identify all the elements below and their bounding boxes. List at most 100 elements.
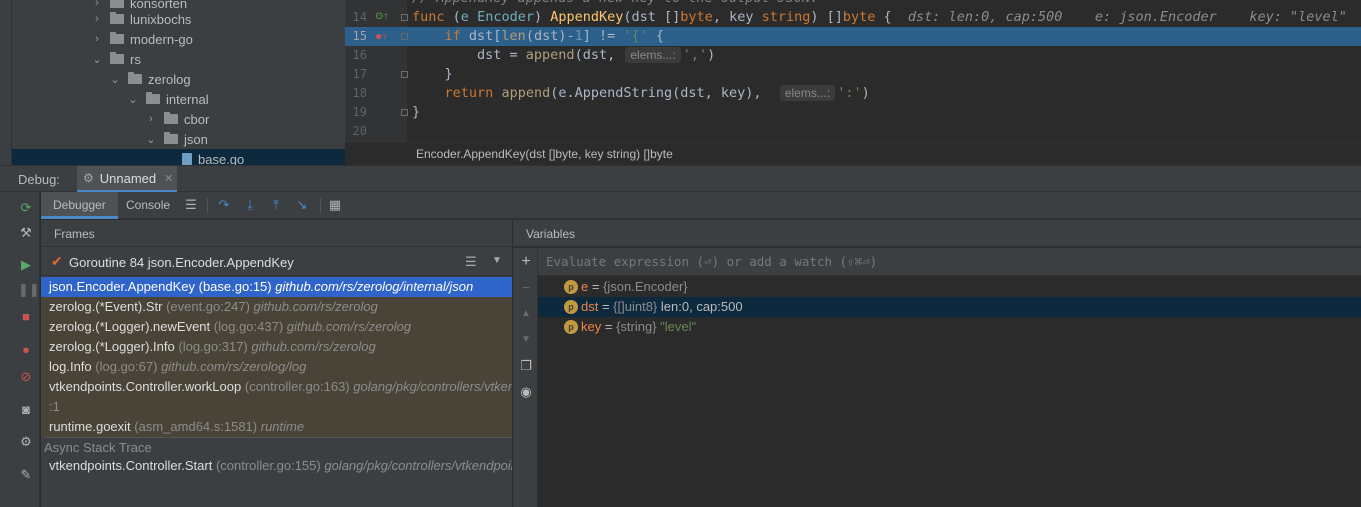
menu-icon[interactable]: ☰ [183, 197, 199, 213]
tab-debugger[interactable]: Debugger [41, 192, 118, 219]
frame-method: runtime.goexit [49, 419, 131, 434]
variable-row[interactable]: p e = {json.Encoder} [538, 277, 1361, 297]
tree-item-base-go[interactable]: base.go [12, 149, 345, 165]
stack-frame[interactable]: zerolog.(*Event).Str (event.go:247) gith… [41, 297, 512, 317]
fold-marker-icon[interactable] [401, 109, 408, 116]
list-filter-icon[interactable]: ☰ [465, 254, 477, 270]
tree-item-label: cbor [184, 111, 210, 127]
table-icon[interactable]: ▦ [327, 197, 343, 213]
tree-item-internal[interactable]: ⌄ internal [12, 89, 345, 109]
tree-item-json[interactable]: ⌄ json [12, 129, 345, 149]
code-line-16[interactable]: 16 dst = append(dst, elems...: ',') [345, 46, 1361, 65]
stack-frame[interactable]: vtkendpoints.Controller.Start (controlle… [41, 456, 512, 476]
move-down-icon[interactable]: ▼ [518, 332, 534, 348]
code-line-18[interactable]: 18 return append(e.AppendString(dst, key… [345, 84, 1361, 103]
stack-frame[interactable]: runtime.goexit (asm_amd64.s:1581) runtim… [41, 417, 512, 437]
folder-icon [110, 32, 124, 44]
pause-icon[interactable]: ❚❚ [18, 282, 40, 298]
code-text: func (e Encoder) AppendKey(dst []byte, k… [412, 9, 1347, 25]
debug-session-tab[interactable]: ⚙ Unnamed ✕ [77, 166, 177, 192]
wrench-icon[interactable]: ⚒ [18, 225, 34, 241]
implements-icon[interactable]: ⊙↑ [375, 11, 388, 23]
tree-item-label: base.go [198, 151, 245, 166]
variable-row[interactable]: p dst = {[]uint8} len:0, cap:500 [538, 297, 1361, 317]
line-number: 16 [352, 48, 367, 62]
chevron-right-icon[interactable]: › [146, 113, 156, 125]
view-breakpoints-icon[interactable]: ● [18, 342, 34, 358]
debug-window-header: Debug: ⚙ Unnamed ✕ [0, 165, 1361, 192]
minus-icon[interactable]: − [518, 280, 534, 296]
code-editor[interactable]: // AppendKey appends a new key to the ou… [345, 0, 1361, 142]
stack-frame[interactable]: vtkendpoints.Controller.workLoop (contro… [41, 377, 512, 397]
stack-frame[interactable]: :1 [41, 397, 512, 417]
resume-icon[interactable]: ▶ [18, 257, 34, 273]
chevron-right-icon[interactable]: › [92, 33, 102, 45]
tree-item-modern-go[interactable]: › modern-go [12, 29, 345, 49]
chevron-down-icon[interactable]: ⌄ [92, 53, 102, 66]
inline-value-dst: dst: len:0, cap:500 [907, 9, 1063, 25]
inline-value-key: key: "level" [1249, 9, 1347, 25]
mute-breakpoints-icon[interactable]: ⊘ [18, 369, 34, 385]
tree-item-cbor[interactable]: › cbor [12, 109, 345, 129]
camera-icon[interactable]: ◙ [18, 402, 34, 418]
tree-item-zerolog[interactable]: ⌄ zerolog [12, 69, 345, 89]
thread-label: Goroutine 84 json.Encoder.AppendKey [69, 255, 294, 270]
close-icon[interactable]: ✕ [164, 172, 173, 185]
stop-icon[interactable]: ■ [18, 309, 34, 325]
tree-item-rs[interactable]: ⌄ rs [12, 49, 345, 69]
variable-row[interactable]: p key = {string} "level" [538, 317, 1361, 337]
code-line-20[interactable]: 20 [345, 122, 1361, 141]
debug-window-title: Debug: [18, 172, 60, 187]
gear-icon[interactable]: ⚙ [18, 434, 34, 450]
chevron-down-icon[interactable]: ⌄ [146, 133, 156, 146]
frame-method: zerolog.(*Logger).Info [49, 339, 175, 354]
breadcrumb-function[interactable]: Encoder.AppendKey(dst []byte, key string… [416, 147, 673, 161]
stack-frame[interactable]: log.Info (log.go:67) github.com/rs/zerol… [41, 357, 512, 377]
stack-frame[interactable]: json.Encoder.AppendKey (base.go:15) gith… [41, 277, 512, 297]
stack-frame[interactable]: zerolog.(*Logger).newEvent (log.go:437) … [41, 317, 512, 337]
eye-icon[interactable]: ◉ [518, 384, 534, 400]
fold-marker-icon[interactable] [401, 33, 408, 40]
chevron-down-icon[interactable]: ⌄ [110, 73, 120, 86]
step-over-icon[interactable]: ↷ [216, 197, 232, 213]
evaluate-expression-input[interactable] [538, 248, 1361, 275]
copy-icon[interactable]: ❐ [518, 358, 534, 374]
tab-console[interactable]: Console [114, 192, 182, 219]
code-line-14[interactable]: 14 ⊙↑ func (e Encoder) AppendKey(dst []b… [345, 8, 1361, 27]
fold-marker-icon[interactable] [401, 14, 408, 21]
frames-header: Frames [41, 220, 512, 247]
rerun-icon[interactable]: ⟳ [18, 200, 34, 216]
code-line-19[interactable]: 19 } [345, 103, 1361, 122]
chevron-right-icon[interactable]: › [92, 13, 102, 25]
code-line-17[interactable]: 17 } [345, 65, 1361, 84]
plus-icon[interactable]: + [518, 254, 534, 270]
line-number: 18 [352, 86, 367, 100]
line-number: 20 [352, 124, 367, 138]
stack-frame[interactable]: zerolog.(*Logger).Info (log.go:317) gith… [41, 337, 512, 357]
frame-method: zerolog.(*Event).Str [49, 299, 163, 314]
editor-breadcrumb[interactable]: Encoder.AppendKey(dst []byte, key string… [345, 142, 1361, 165]
run-to-cursor-icon[interactable]: ↘ [294, 197, 310, 213]
breakpoint-icon[interactable]: ●? [375, 30, 387, 44]
thread-selector[interactable]: ✔ Goroutine 84 json.Encoder.AppendKey ☰ … [41, 248, 512, 276]
variable-type: {string} [616, 319, 657, 334]
line-number: 14 [352, 10, 367, 24]
variable-value: "level" [660, 319, 697, 334]
chevron-down-icon[interactable]: ▼ [492, 255, 502, 266]
frame-method: log.Info [49, 359, 92, 374]
chevron-down-icon[interactable]: ⌄ [128, 93, 138, 106]
frame-package: golang/pkg/controllers/vtkendpoints [353, 379, 512, 394]
code-line-15-current[interactable]: 15 ●? if dst[len(dst)-1] != '{' { [345, 27, 1361, 46]
evaluate-expression-bar[interactable] [538, 248, 1361, 276]
move-up-icon[interactable]: ▲ [518, 306, 534, 322]
tool-window-strip [0, 192, 12, 507]
step-into-icon[interactable]: ⤓ [242, 197, 258, 213]
step-out-icon[interactable]: ⤒ [268, 197, 284, 213]
inline-value-e: e: json.Encoder [1094, 9, 1217, 25]
chevron-right-icon[interactable]: › [92, 0, 102, 9]
fold-marker-icon[interactable] [401, 71, 408, 78]
frame-location: (controller.go:155) [215, 458, 321, 473]
pin-icon[interactable]: ✎ [18, 467, 34, 483]
code-line-13[interactable]: // AppendKey appends a new key to the ou… [345, 0, 1361, 8]
tree-item-lunixbochs[interactable]: › lunixbochs [12, 9, 345, 29]
